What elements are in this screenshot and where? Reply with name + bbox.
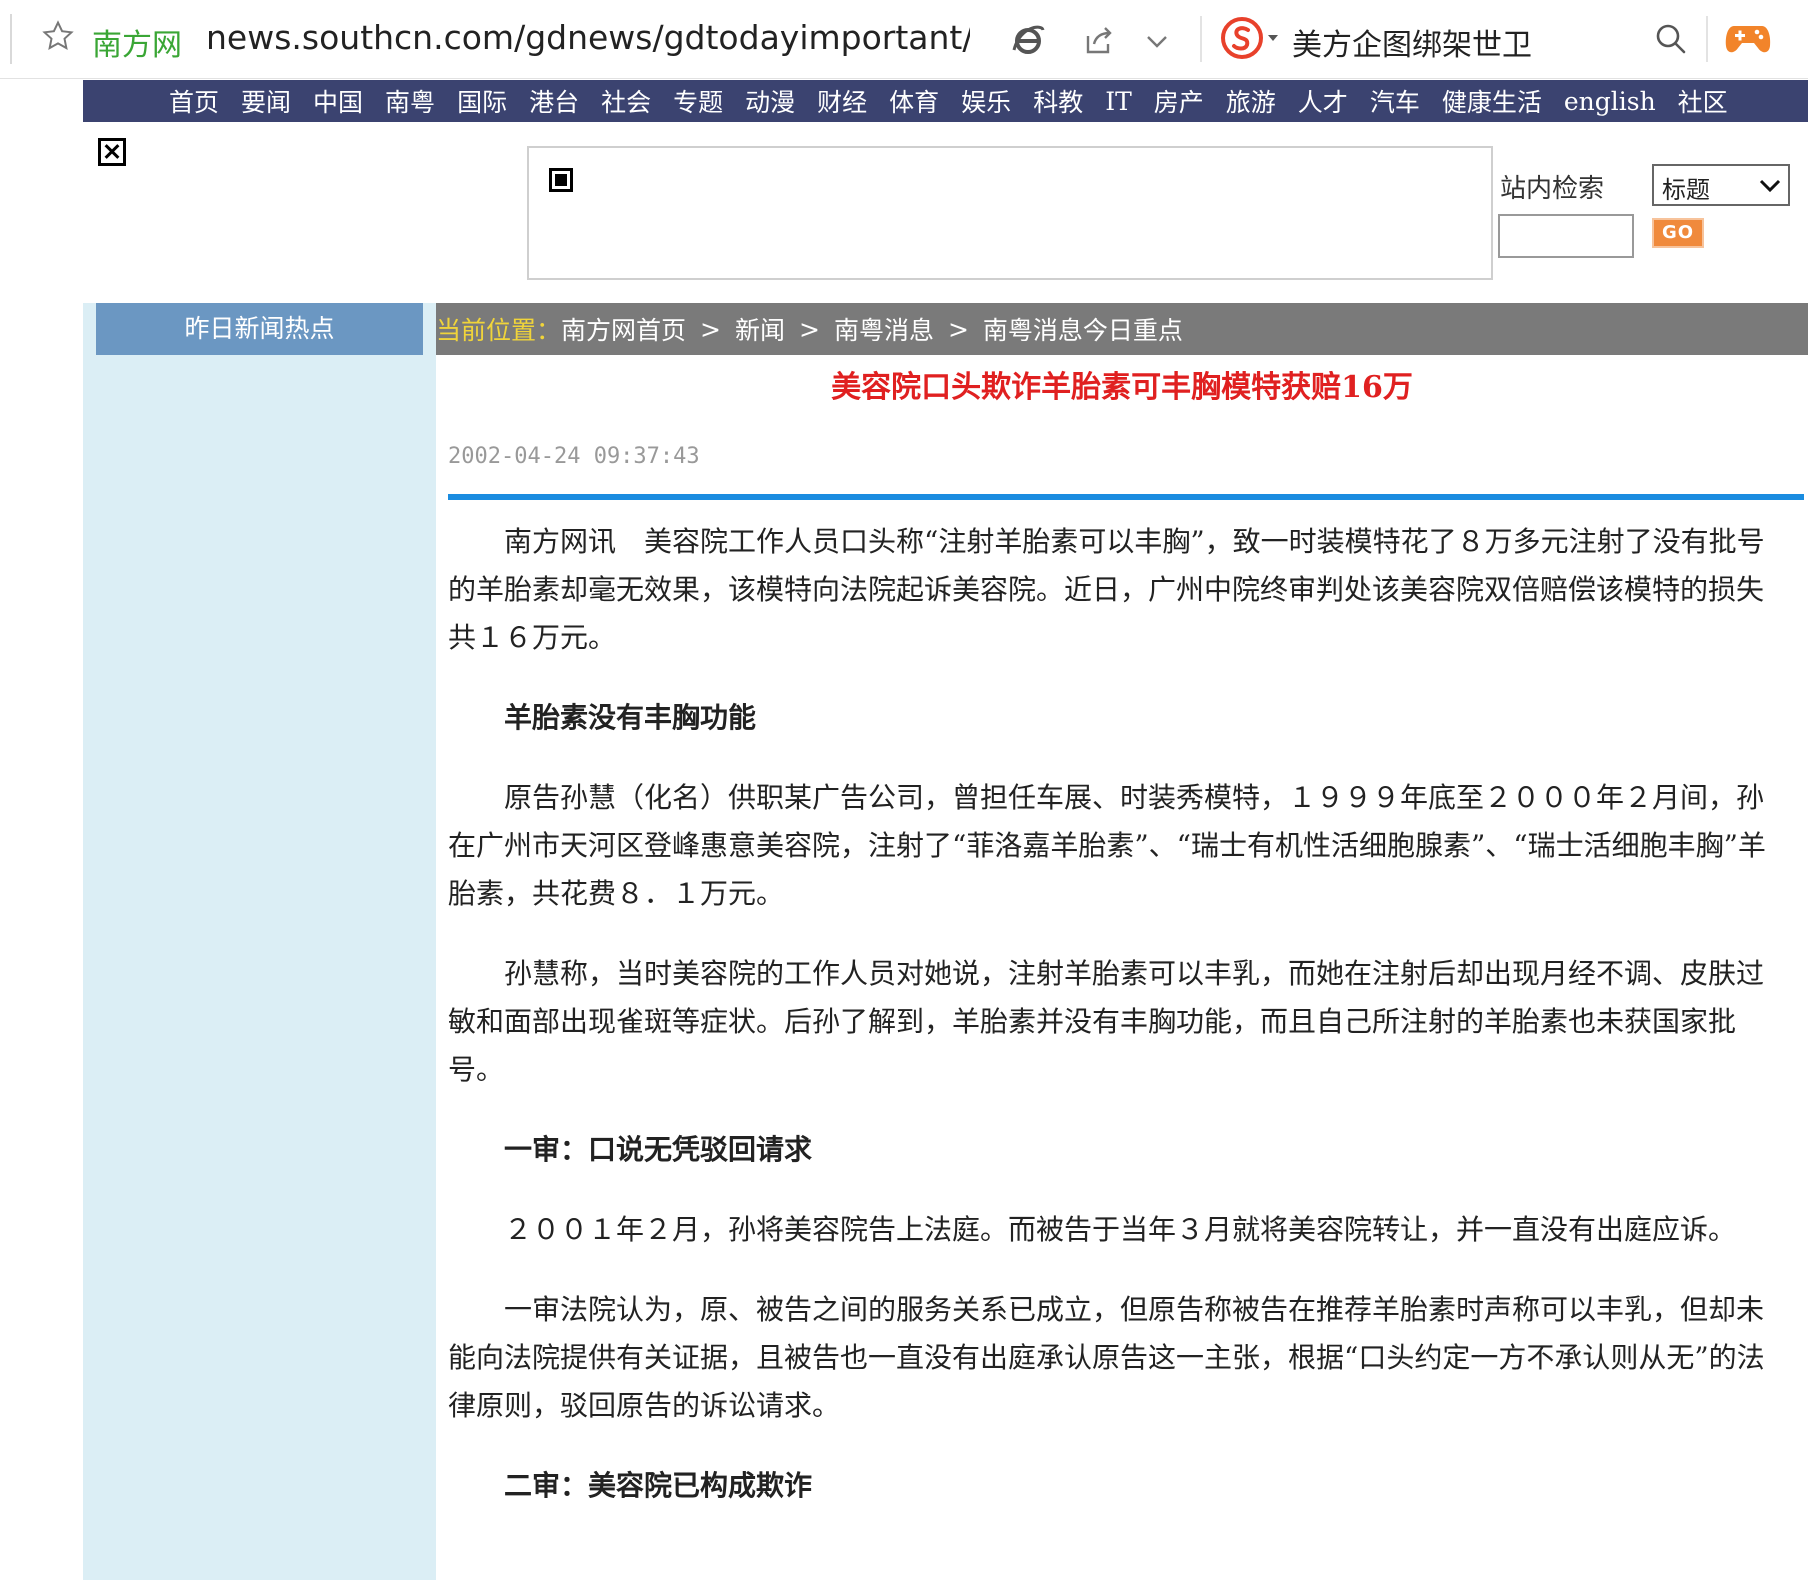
- chevron-down-icon: [1759, 179, 1781, 193]
- ad-frame: [527, 146, 1493, 280]
- nav-item-china[interactable]: 中国: [313, 83, 363, 119]
- nav-item-sports[interactable]: 体育: [889, 83, 939, 119]
- site-identity-label: 南方网: [92, 28, 182, 63]
- nav-item-realestate[interactable]: 房产: [1154, 83, 1204, 119]
- breadcrumb-separator: >: [700, 314, 721, 344]
- chevron-down-icon[interactable]: [1140, 24, 1174, 58]
- caret-down-icon[interactable]: [1266, 30, 1280, 44]
- toolbar-divider: [1200, 16, 1202, 62]
- sidebar-heading: 昨日新闻热点: [96, 303, 423, 355]
- article-date: 2002-04-24 09:37:43: [448, 444, 700, 469]
- browser-search-input[interactable]: 美方企图绑架世卫: [1292, 20, 1532, 64]
- article-paragraph: 南方网讯 美容院工作人员口头称“注射羊胎素可以丰胸”，致一时装模特花了８万多元注…: [448, 525, 1765, 654]
- nav-item-international[interactable]: 国际: [457, 83, 507, 119]
- nav-item-it[interactable]: IT: [1105, 87, 1132, 116]
- breadcrumb-item-today[interactable]: 南粤消息今日重点: [983, 311, 1183, 347]
- article-body: 南方网讯 美容院工作人员口头称“注射羊胎素可以丰胸”，致一时装模特花了８万多元注…: [448, 518, 1776, 1542]
- nav-item-travel[interactable]: 旅游: [1226, 83, 1276, 119]
- title-divider: [448, 494, 1804, 500]
- ie-compat-icon[interactable]: [1008, 20, 1048, 60]
- article-paragraph: 孙慧称，当时美容院的工作人员对她说，注射羊胎素可以丰乳，而她在注射后却出现月经不…: [448, 957, 1765, 1086]
- nav-item-guangdong[interactable]: 南粤: [385, 83, 435, 119]
- nav-item-health[interactable]: 健康生活: [1442, 83, 1542, 119]
- nav-item-anime[interactable]: 动漫: [745, 83, 795, 119]
- article-subheading: 二审：美容院已构成欺诈: [504, 1469, 813, 1502]
- close-ad-icon[interactable]: [98, 138, 126, 166]
- gamepad-icon[interactable]: [1724, 18, 1772, 58]
- search-field-select-value: 标题: [1662, 176, 1710, 204]
- nav-item-talent[interactable]: 人才: [1298, 83, 1348, 119]
- article-paragraph: 原告孙慧（化名）供职某广告公司，曾担任车展、时装秀模特，１９９９年底至２０００年…: [448, 781, 1766, 910]
- site-search-label: 站内检索: [1500, 174, 1605, 204]
- nav-item-home[interactable]: 首页: [169, 83, 219, 119]
- toolbar-edge: [10, 14, 12, 64]
- nav-item-hktw[interactable]: 港台: [529, 83, 579, 119]
- nav-item-community[interactable]: 社区: [1678, 83, 1728, 119]
- nav-item-english[interactable]: english: [1564, 87, 1656, 116]
- breadcrumb-label: 当前位置：: [436, 316, 562, 345]
- sogou-search-engine-icon[interactable]: [1220, 16, 1264, 60]
- broken-image-icon: [549, 168, 573, 192]
- breadcrumb-item-home[interactable]: 南方网首页: [561, 311, 686, 347]
- article-paragraph: ２００１年２月，孙将美容院告上法庭。而被告于当年３月就将美容院转让，并一直没有出…: [504, 1213, 1737, 1246]
- nav-item-news[interactable]: 要闻: [241, 83, 291, 119]
- nav-item-society[interactable]: 社会: [601, 83, 651, 119]
- browser-toolbar: 南方网 news.southcn.com/gdnews/gdtodayimpor…: [0, 0, 1808, 79]
- breadcrumb-separator: >: [947, 314, 969, 344]
- search-field-select[interactable]: 标题: [1652, 164, 1790, 206]
- go-button[interactable]: GO: [1652, 218, 1704, 248]
- article-title: 美容院口头欺诈羊胎素可丰胸模特获赔16万: [831, 370, 1413, 405]
- search-icon[interactable]: [1652, 20, 1690, 58]
- toolbar-divider: [1706, 16, 1708, 62]
- breadcrumb-item-guangdong[interactable]: 南粤消息: [834, 311, 934, 347]
- breadcrumb-item-news[interactable]: 新闻: [735, 311, 785, 347]
- article-paragraph: 一审法院认为，原、被告之间的服务关系已成立，但原告称被告在推荐羊胎素时声称可以丰…: [448, 1293, 1765, 1422]
- nav-item-finance[interactable]: 财经: [817, 83, 867, 119]
- favorite-star-icon[interactable]: [36, 14, 80, 58]
- left-sidebar: 昨日新闻热点: [83, 303, 436, 1580]
- nav-item-topics[interactable]: 专题: [673, 83, 723, 119]
- nav-item-science[interactable]: 科教: [1033, 83, 1083, 119]
- article-subheading: 一审：口说无凭驳回请求: [504, 1133, 813, 1166]
- breadcrumb: 当前位置： 南方网首页 > 新闻 > 南粤消息 > 南粤消息今日重点: [436, 303, 1808, 355]
- share-icon[interactable]: [1080, 22, 1116, 58]
- breadcrumb-separator: >: [799, 314, 820, 344]
- main-nav: 首页 要闻 中国 南粤 国际 港台 社会 专题 动漫 财经 体育 娱乐 科教 I…: [83, 80, 1808, 122]
- nav-item-auto[interactable]: 汽车: [1370, 83, 1420, 119]
- site-search-input[interactable]: [1498, 214, 1634, 258]
- article-subheading: 羊胎素没有丰胸功能: [504, 701, 757, 734]
- address-bar[interactable]: news.southcn.com/gdnews/gdtodayimportant…: [206, 18, 970, 62]
- nav-item-entertainment[interactable]: 娱乐: [961, 83, 1011, 119]
